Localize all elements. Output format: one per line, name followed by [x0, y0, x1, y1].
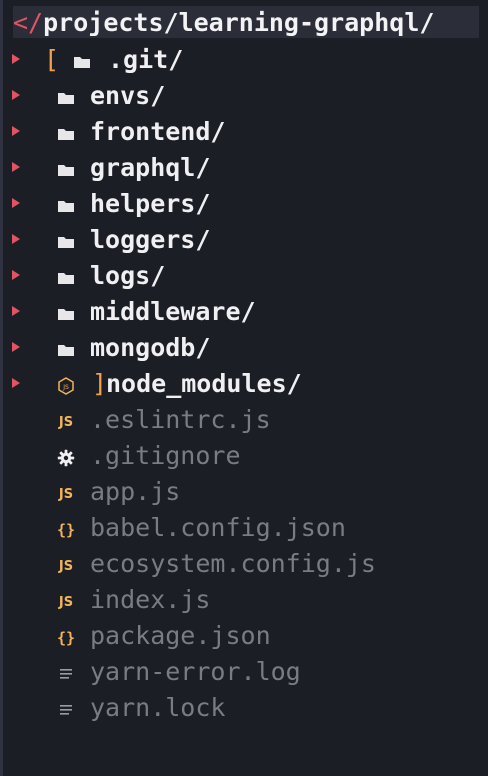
- tree-row-helpers[interactable]: helpers/: [0, 188, 478, 224]
- folder-icon: [56, 268, 76, 288]
- expand-arrow-icon[interactable]: [12, 162, 20, 172]
- tree-row-git[interactable]: [ .git/: [0, 44, 478, 80]
- path-prefix: </: [13, 7, 44, 37]
- file-name[interactable]: index.js: [90, 586, 210, 614]
- tree-row-gitignore[interactable]: .gitignore: [0, 440, 478, 476]
- expand-arrow-icon[interactable]: [12, 126, 20, 136]
- folder-name[interactable]: middleware/: [90, 298, 256, 326]
- tree-row-index-js[interactable]: JS index.js: [0, 584, 478, 620]
- current-path: projects/learning-graphql/: [43, 7, 435, 37]
- file-name[interactable]: yarn.lock: [90, 694, 225, 722]
- file-name[interactable]: babel.config.json: [90, 514, 346, 542]
- folder-name[interactable]: helpers/: [90, 190, 210, 218]
- expand-arrow-icon[interactable]: [12, 54, 20, 64]
- tree-row-frontend[interactable]: frontend/: [0, 116, 478, 152]
- expand-arrow-icon[interactable]: [12, 90, 20, 100]
- expand-arrow-icon[interactable]: [12, 198, 20, 208]
- tree-row-eslintrc[interactable]: JS .eslintrc.js: [0, 404, 478, 440]
- js-icon: JS: [58, 486, 74, 502]
- path-header: </projects/learning-graphql/: [13, 6, 479, 38]
- js-icon: JS: [58, 558, 74, 574]
- folder-name[interactable]: .git/: [108, 46, 183, 74]
- expand-arrow-icon[interactable]: [12, 270, 20, 280]
- tree-row-yarn-lock[interactable]: yarn.lock: [0, 692, 478, 728]
- expand-arrow-icon[interactable]: [12, 342, 20, 352]
- open-bracket: [: [44, 45, 60, 74]
- js-icon: JS: [58, 414, 74, 430]
- folder-name[interactable]: frontend/: [90, 118, 225, 146]
- tree-row-middleware[interactable]: middleware/: [0, 296, 478, 332]
- svg-text:JS: JS: [62, 384, 69, 391]
- js-icon: JS: [58, 594, 74, 610]
- folder-icon: [56, 160, 76, 180]
- file-name[interactable]: .eslintrc.js: [90, 406, 271, 434]
- folder-name[interactable]: envs/: [90, 82, 165, 110]
- tree-row-logs[interactable]: logs/: [0, 260, 478, 296]
- tree-row-ecosystem-config[interactable]: JS ecosystem.config.js: [0, 548, 478, 584]
- file-name[interactable]: ecosystem.config.js: [90, 550, 376, 578]
- folder-icon: [56, 340, 76, 360]
- close-bracket: ]: [92, 369, 108, 398]
- file-name[interactable]: .gitignore: [90, 442, 241, 470]
- folder-icon: [56, 304, 76, 324]
- tree-row-app-js[interactable]: JS app.js: [0, 476, 478, 512]
- tree-row-node-modules[interactable]: JS ] node_modules/: [0, 368, 478, 404]
- gear-icon: [56, 448, 76, 468]
- tree-row-graphql[interactable]: graphql/: [0, 152, 478, 188]
- folder-icon: [56, 88, 76, 108]
- file-name[interactable]: app.js: [90, 478, 180, 506]
- folder-name[interactable]: node_modules/: [106, 370, 302, 398]
- folder-name[interactable]: logs/: [90, 262, 165, 290]
- tree-row-mongodb[interactable]: mongodb/: [0, 332, 478, 368]
- folder-name[interactable]: graphql/: [90, 154, 210, 182]
- folder-icon: [56, 196, 76, 216]
- json-icon: {}: [56, 521, 76, 539]
- tree-row-babel-config[interactable]: {} babel.config.json: [0, 512, 478, 548]
- tree-row-envs[interactable]: envs/: [0, 80, 478, 116]
- file-name[interactable]: package.json: [90, 622, 271, 650]
- expand-arrow-icon[interactable]: [12, 234, 20, 244]
- expand-arrow-icon[interactable]: [12, 306, 20, 316]
- folder-icon: [72, 52, 92, 72]
- folder-name[interactable]: mongodb/: [90, 334, 210, 362]
- folder-name[interactable]: loggers/: [90, 226, 210, 254]
- expand-arrow-icon[interactable]: [12, 378, 20, 388]
- json-icon: {}: [56, 629, 76, 647]
- folder-icon: [56, 124, 76, 144]
- tree-row-package-json[interactable]: {} package.json: [0, 620, 478, 656]
- folder-icon: [56, 232, 76, 252]
- text-file-icon: [56, 700, 76, 720]
- text-file-icon: [56, 664, 76, 684]
- nodejs-icon: JS: [56, 376, 76, 396]
- tree-row-loggers[interactable]: loggers/: [0, 224, 478, 260]
- file-name[interactable]: yarn-error.log: [90, 658, 301, 686]
- tree-row-yarn-error-log[interactable]: yarn-error.log: [0, 656, 478, 692]
